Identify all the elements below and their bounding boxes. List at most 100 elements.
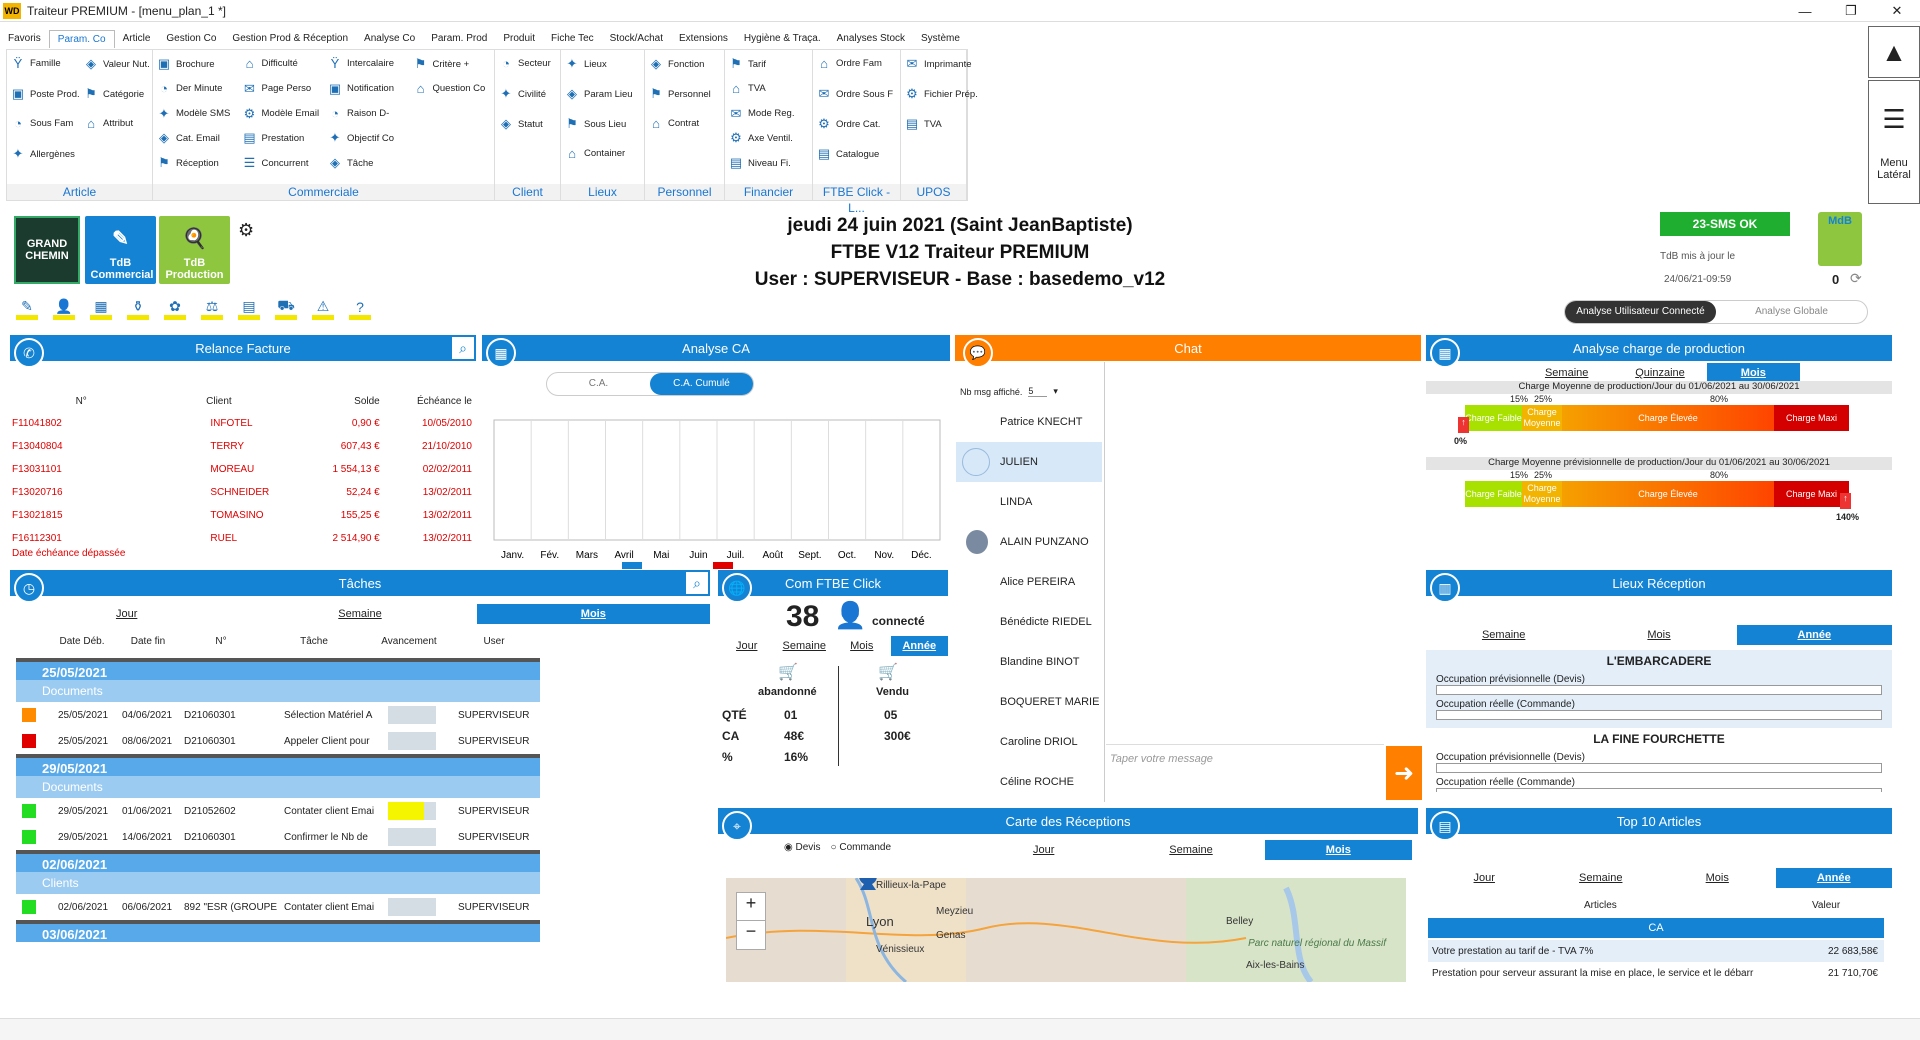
ribbon-item[interactable]: ⚙ Ordre Cat. bbox=[817, 116, 880, 132]
tab[interactable]: Mois bbox=[833, 636, 891, 656]
chat-user[interactable]: Blandine BINOT bbox=[956, 642, 1102, 682]
ribbon-item[interactable]: ▤ TVA bbox=[905, 116, 942, 132]
taches-date-group[interactable]: 25/05/2021 bbox=[16, 658, 540, 680]
search-icon[interactable]: ⌕ bbox=[452, 337, 474, 359]
reception-map[interactable]: Lyon Meyzieu Genas Vénissieux Belley Aix-les-… bbox=[726, 878, 1406, 982]
search-icon[interactable]: ⌕ bbox=[686, 572, 708, 594]
ca-cumule-button[interactable]: C.A. Cumulé bbox=[650, 373, 753, 395]
menu-lateral-button[interactable]: ☰ Menu Latéral bbox=[1868, 80, 1920, 204]
ribbon-item[interactable]: ⌂ Attribut bbox=[84, 116, 133, 131]
ribbon-item[interactable]: Ÿ Famille bbox=[11, 56, 61, 71]
close-icon[interactable]: ✕ bbox=[1874, 0, 1920, 22]
gear-icon[interactable]: ⚙ bbox=[238, 220, 254, 241]
quick-access-icon[interactable]: ▦ bbox=[90, 298, 112, 320]
quick-access-icon[interactable]: ⚖ bbox=[201, 298, 223, 320]
ribbon-item[interactable]: ✦ Civilité bbox=[499, 86, 546, 102]
ribbon-tab[interactable]: Produit bbox=[495, 30, 543, 48]
ribbon-item[interactable]: ◔ Secteur bbox=[499, 56, 551, 71]
ribbon-item[interactable]: ⚙ Fichier Prép. bbox=[905, 86, 978, 102]
minimize-icon[interactable]: — bbox=[1782, 0, 1828, 22]
ribbon-tab[interactable]: Param. Prod bbox=[423, 30, 495, 48]
chat-user[interactable]: ALAIN PUNZANO bbox=[956, 522, 1102, 562]
radio-commande[interactable]: ○ Commande bbox=[831, 842, 892, 853]
relance-row[interactable]: F13020716 SCHNEIDER 52,24 € 13/02/2011 bbox=[12, 481, 472, 504]
quick-access-icon[interactable]: ✿ bbox=[164, 298, 186, 320]
tab[interactable]: Année bbox=[1775, 868, 1892, 888]
ribbon-tab[interactable]: Favoris bbox=[0, 30, 49, 48]
table-row[interactable]: 25/05/2021 08/06/2021 D21060301 Appeler Cli… bbox=[16, 728, 540, 754]
top10-group[interactable]: CA bbox=[1428, 918, 1884, 938]
ribbon-item[interactable]: ◈ Valeur Nut. bbox=[84, 56, 150, 72]
taches-date-group[interactable]: 29/05/2021 bbox=[16, 754, 540, 776]
tab[interactable]: Semaine bbox=[243, 604, 476, 624]
ribbon-item[interactable]: ◔ Raison D- bbox=[328, 106, 389, 121]
ribbon-tab[interactable]: Analyses Stock bbox=[829, 30, 913, 48]
zoom-out-button[interactable]: − bbox=[737, 921, 765, 942]
chat-user[interactable]: JULIEN bbox=[956, 442, 1102, 482]
quick-access-icon[interactable]: ? bbox=[349, 298, 371, 320]
tab[interactable]: Semaine bbox=[1520, 363, 1613, 383]
ribbon-item[interactable]: ▤ Prestation bbox=[243, 130, 304, 146]
ribbon-item[interactable]: ⚙ Axe Ventil. bbox=[729, 130, 793, 146]
tab[interactable]: Semaine bbox=[1117, 840, 1264, 860]
chevron-down-icon[interactable]: ▾ bbox=[1053, 386, 1058, 397]
ribbon-item[interactable]: ✉ Mode Reg. bbox=[729, 106, 795, 122]
table-row[interactable]: 02/06/2021 06/06/2021 892 "ESR (GROUPE Cont… bbox=[16, 894, 540, 920]
analyse-user-button[interactable]: Analyse Utilisateur Connecté bbox=[1565, 301, 1716, 323]
ribbon-item[interactable]: ⌂ Question Co bbox=[414, 81, 486, 96]
ribbon-item[interactable]: ◈ Cat. Email bbox=[157, 130, 220, 146]
tab[interactable]: Jour bbox=[1426, 868, 1543, 888]
zoom-in-button[interactable]: + bbox=[737, 893, 765, 921]
ribbon-item[interactable]: ✉ Imprimante bbox=[905, 56, 972, 72]
ribbon-tab[interactable]: Fiche Tec bbox=[543, 30, 602, 48]
collapse-ribbon-button[interactable]: ▲ bbox=[1868, 26, 1920, 78]
top10-row[interactable]: Prestation pour serveur assurant la mise… bbox=[1428, 962, 1884, 984]
ribbon-tab[interactable]: Param. Co bbox=[48, 30, 115, 48]
tab[interactable]: Mois bbox=[1659, 868, 1776, 888]
ribbon-item[interactable]: ✉ Ordre Sous F bbox=[817, 86, 893, 102]
quick-access-icon[interactable]: ⚠ bbox=[312, 298, 334, 320]
tab[interactable]: Jour bbox=[718, 636, 776, 656]
chat-user[interactable]: Patrice KNECHT bbox=[956, 402, 1102, 442]
ribbon-item[interactable]: ✦ Modèle SMS bbox=[157, 106, 231, 122]
ribbon-item[interactable]: ▣ Poste Prod. bbox=[11, 86, 80, 102]
table-row[interactable]: 29/05/2021 01/06/2021 D21052602 Contater cl… bbox=[16, 798, 540, 824]
relance-row[interactable]: F11041802 INFOTEL 0,90 € 10/05/2010 bbox=[12, 412, 472, 435]
radio-devis[interactable]: ◉ Devis bbox=[784, 842, 821, 853]
relance-row[interactable]: F16112301 RUEL 2 514,90 € 13/02/2011 bbox=[12, 527, 472, 550]
tab[interactable]: Mois bbox=[1706, 363, 1800, 383]
ribbon-item[interactable]: ✉ Page Perso bbox=[243, 81, 311, 97]
tab[interactable]: Mois bbox=[1581, 625, 1736, 645]
ribbon-item[interactable]: ⌂ TVA bbox=[729, 81, 766, 96]
chat-message-input[interactable]: Taper votre message bbox=[1106, 744, 1384, 800]
tab[interactable]: Année bbox=[890, 636, 948, 656]
ribbon-item[interactable]: ☰ Concurrent bbox=[243, 155, 309, 171]
chat-nb-select[interactable]: 5 bbox=[1028, 386, 1048, 397]
quick-access-icon[interactable]: ⚱ bbox=[127, 298, 149, 320]
taches-date-group[interactable]: 03/06/2021 bbox=[16, 920, 540, 942]
ribbon-item[interactable]: ⚑ Catégorie bbox=[84, 86, 144, 102]
tab[interactable]: Semaine bbox=[776, 636, 834, 656]
analyse-global-button[interactable]: Analyse Globale bbox=[1716, 301, 1867, 323]
relance-row[interactable]: F13040804 TERRY 607,43 € 21/10/2010 bbox=[12, 435, 472, 458]
venue-block[interactable]: LA FINE FOURCHETTE Occupation prévisionne… bbox=[1426, 728, 1892, 792]
tab[interactable]: Jour bbox=[10, 604, 243, 624]
top10-row[interactable]: Votre prestation au tarif de - TVA 7% 22 … bbox=[1428, 940, 1884, 962]
ca-button[interactable]: C.A. bbox=[547, 373, 650, 395]
ribbon-item[interactable]: Ÿ Intercalaire bbox=[328, 56, 394, 71]
ribbon-tab[interactable]: Hygiène & Traça. bbox=[736, 30, 829, 48]
refresh-icon[interactable]: ⟳ bbox=[1850, 270, 1862, 287]
chat-user[interactable]: Caroline DRIOL bbox=[956, 722, 1102, 762]
ribbon-tab[interactable]: Analyse Co bbox=[356, 30, 423, 48]
ribbon-item[interactable]: ⌂ Difficulté bbox=[243, 56, 298, 71]
ribbon-item[interactable]: ◔ Der Minute bbox=[157, 81, 222, 96]
venue-block[interactable]: L'EMBARCADERE Occupation prévisionnelle (… bbox=[1426, 650, 1892, 728]
ribbon-item[interactable]: ✦ Allergènes bbox=[11, 146, 75, 162]
ribbon-item[interactable]: ⌂ Contrat bbox=[649, 116, 699, 131]
ribbon-item[interactable]: ◈ Param Lieu bbox=[565, 86, 633, 102]
table-row[interactable]: 29/05/2021 14/06/2021 D21060301 Confirmer l… bbox=[16, 824, 540, 850]
ribbon-item[interactable]: ▤ Catalogue bbox=[817, 146, 879, 162]
ribbon-tab[interactable]: Extensions bbox=[671, 30, 736, 48]
chat-user[interactable]: Alice PEREIRA bbox=[956, 562, 1102, 602]
ribbon-tab[interactable]: Système bbox=[913, 30, 968, 48]
